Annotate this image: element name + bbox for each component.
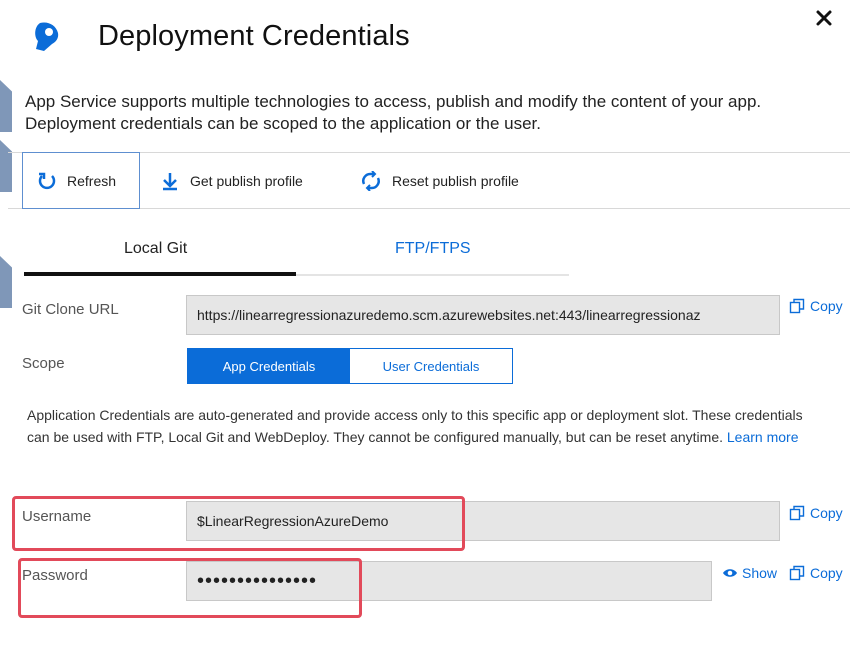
credentials-info-text: Application Credentials are auto-generat… [27, 404, 827, 448]
selected-tab-indicator [24, 272, 296, 276]
command-bar: Refresh Get publish profile Reset publis… [8, 152, 850, 209]
edge-tab-1 [0, 80, 12, 132]
refresh-label: Refresh [67, 172, 117, 189]
copy-icon [789, 505, 805, 521]
dialog-header: Deployment Credentials [30, 14, 410, 58]
scope-toggle: App Credentials User Credentials [187, 348, 513, 384]
git-clone-copy-label: Copy [810, 298, 843, 314]
reset-publish-profile-label: Reset publish profile [392, 173, 519, 189]
scope-label: Scope [22, 355, 65, 372]
reset-icon [362, 171, 380, 191]
password-copy-label: Copy [810, 565, 843, 581]
tab-ftp-ftps[interactable]: FTP/FTPS [395, 240, 471, 258]
key-icon [35, 22, 59, 51]
git-clone-url-label: Git Clone URL [22, 301, 119, 318]
credentials-info-body: Application Credentials are auto-generat… [27, 407, 803, 445]
refresh-button[interactable]: Refresh [22, 152, 140, 209]
dialog-description: App Service supports multiple technologi… [25, 92, 762, 133]
get-publish-profile-button[interactable]: Get publish profile [160, 153, 303, 209]
refresh-icon [38, 172, 56, 189]
username-copy-label: Copy [810, 505, 843, 521]
tab-local-git[interactable]: Local Git [124, 240, 187, 258]
close-icon[interactable] [812, 6, 836, 30]
edge-tab-3 [0, 256, 12, 308]
download-icon [163, 173, 177, 191]
page-title: Deployment Credentials [98, 19, 410, 52]
password-show-label: Show [742, 565, 778, 581]
copy-icon [789, 565, 805, 581]
git-clone-url-field[interactable]: https://linearregressionazuredemo.scm.az… [186, 295, 780, 335]
eye-icon [723, 569, 737, 577]
username-highlight-box [12, 496, 465, 551]
get-publish-profile-label: Get publish profile [190, 173, 303, 189]
learn-more-link[interactable]: Learn more [727, 429, 799, 445]
credential-tabs: Local Git FTP/FTPS [24, 230, 569, 276]
username-copy-button[interactable]: Copy [789, 505, 843, 521]
git-clone-copy-button[interactable]: Copy [789, 298, 843, 314]
scope-app-credentials[interactable]: App Credentials [188, 349, 350, 383]
reset-publish-profile-button[interactable]: Reset publish profile [360, 153, 519, 209]
password-copy-button[interactable]: Copy [789, 565, 843, 581]
password-show-button[interactable]: Show [722, 565, 777, 581]
scope-user-credentials[interactable]: User Credentials [350, 349, 512, 383]
password-highlight-box [18, 558, 362, 618]
copy-icon [789, 298, 805, 314]
